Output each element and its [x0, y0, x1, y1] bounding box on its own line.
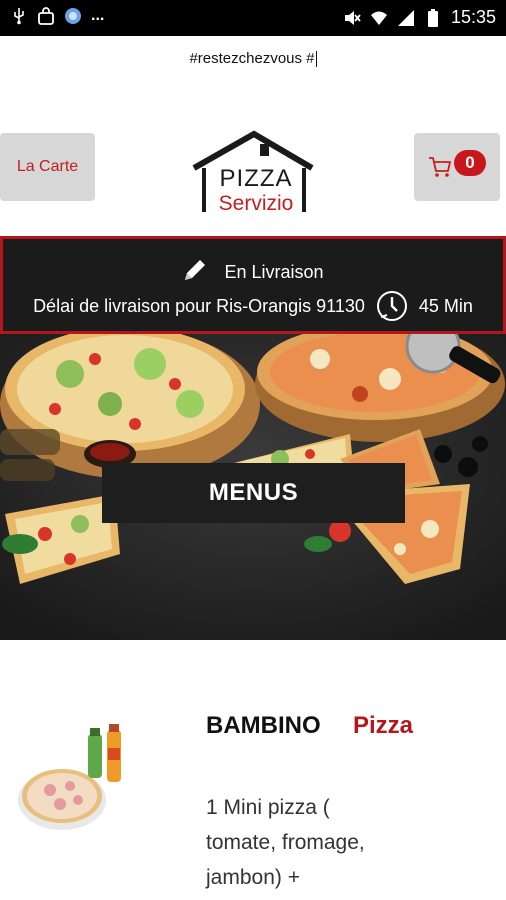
logo-line2: Servizio: [219, 192, 294, 215]
status-left: ...: [10, 7, 104, 25]
status-more: ...: [91, 7, 105, 24]
wifi-icon: [370, 9, 388, 27]
cart-icon: [428, 155, 452, 184]
menus-label: MENUS: [208, 479, 299, 506]
bag-icon: [37, 7, 55, 25]
hashtag-banner: #restezchezvous #: [0, 50, 506, 68]
cart-count-badge: 0: [454, 150, 486, 176]
cart-button[interactable]: 0: [414, 133, 500, 201]
text-cursor: [315, 51, 317, 68]
product-category: Pizza: [353, 712, 414, 739]
clock-icon: [375, 289, 409, 323]
status-right: 15:35: [343, 7, 496, 28]
product-image[interactable]: [12, 720, 132, 840]
battery-icon: [424, 8, 442, 27]
pencil-icon: [182, 257, 208, 288]
product-description: 1 Mini pizza ( tomate, fromage, jambon) …: [206, 796, 365, 889]
menus-button[interactable]: MENUS: [102, 463, 405, 523]
hashtag-text: #restezchezvous #: [189, 50, 315, 67]
mute-icon: [343, 9, 361, 27]
usb-icon: [10, 7, 28, 25]
delivery-mode-label: En Livraison: [224, 262, 324, 282]
la-carte-label: La Carte: [16, 158, 79, 175]
logo-line1: PIZZA: [219, 165, 292, 192]
signal-icon: [397, 9, 415, 27]
delivery-delay-text: Délai de livraison pour Ris-Orangis 9113…: [33, 295, 365, 316]
product-name[interactable]: BAMBINO: [206, 712, 321, 740]
delivery-delay-row: Délai de livraison pour Ris-Orangis 9113…: [3, 289, 503, 323]
delivery-info-bar[interactable]: En Livraison Délai de livraison pour Ris…: [0, 236, 506, 334]
la-carte-button[interactable]: La Carte: [0, 133, 95, 201]
pizza-servizio-logo[interactable]: PIZZA Servizio: [190, 130, 314, 216]
chat-bubble-icon: [64, 7, 82, 25]
delivery-mode-row: En Livraison: [3, 257, 503, 288]
status-bar: ... 15:35: [0, 0, 506, 36]
status-time: 15:35: [450, 7, 496, 27]
delivery-duration: 45 Min: [418, 295, 473, 316]
